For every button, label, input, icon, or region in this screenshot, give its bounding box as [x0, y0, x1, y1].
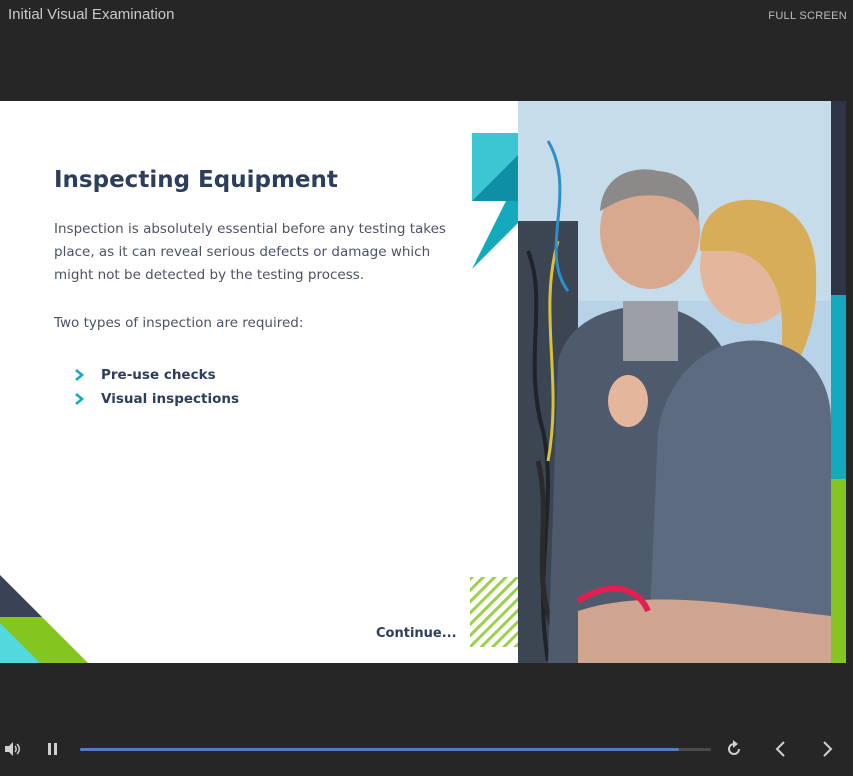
- chevron-right-icon: [75, 393, 85, 405]
- instructor-and-trainee-photo: [518, 101, 831, 663]
- slide-intro-text: Inspection is absolutely essential befor…: [54, 221, 446, 283]
- list-item-label: Pre-use checks: [101, 367, 216, 383]
- slide: Inspecting Equipment Inspection is absol…: [0, 101, 846, 663]
- edge-stripe-lime: [831, 479, 846, 663]
- edge-stripe-teal: [831, 295, 846, 479]
- list-item-label: Visual inspections: [101, 391, 240, 407]
- list-item: Visual inspections: [72, 387, 239, 411]
- player-controls: [0, 732, 853, 768]
- continue-link[interactable]: Continue...: [376, 626, 457, 641]
- replay-icon[interactable]: [725, 740, 743, 758]
- chevron-left-icon[interactable]: [772, 740, 790, 758]
- pause-icon[interactable]: [45, 741, 61, 757]
- fullscreen-button[interactable]: FULL SCREEN: [768, 10, 847, 22]
- progress-bar[interactable]: [80, 748, 711, 751]
- striped-pattern-decoration: [470, 577, 518, 647]
- edge-stripe-navy: [831, 101, 846, 295]
- player-top-bar: Initial Visual Examination FULL SCREEN: [0, 0, 853, 40]
- slide-title: Inspecting Equipment: [54, 167, 338, 193]
- course-title: Initial Visual Examination: [8, 6, 175, 23]
- progress-fill: [80, 748, 680, 751]
- chevron-right-icon: [75, 369, 85, 381]
- corner-triangles-decoration: [0, 575, 88, 663]
- list-item: Pre-use checks: [72, 363, 239, 387]
- volume-icon[interactable]: [3, 740, 21, 758]
- chevron-right-icon[interactable]: [818, 740, 836, 758]
- inspection-types-list: Pre-use checks Visual inspections: [72, 363, 239, 411]
- slide-prompt-text: Two types of inspection are required:: [54, 315, 304, 331]
